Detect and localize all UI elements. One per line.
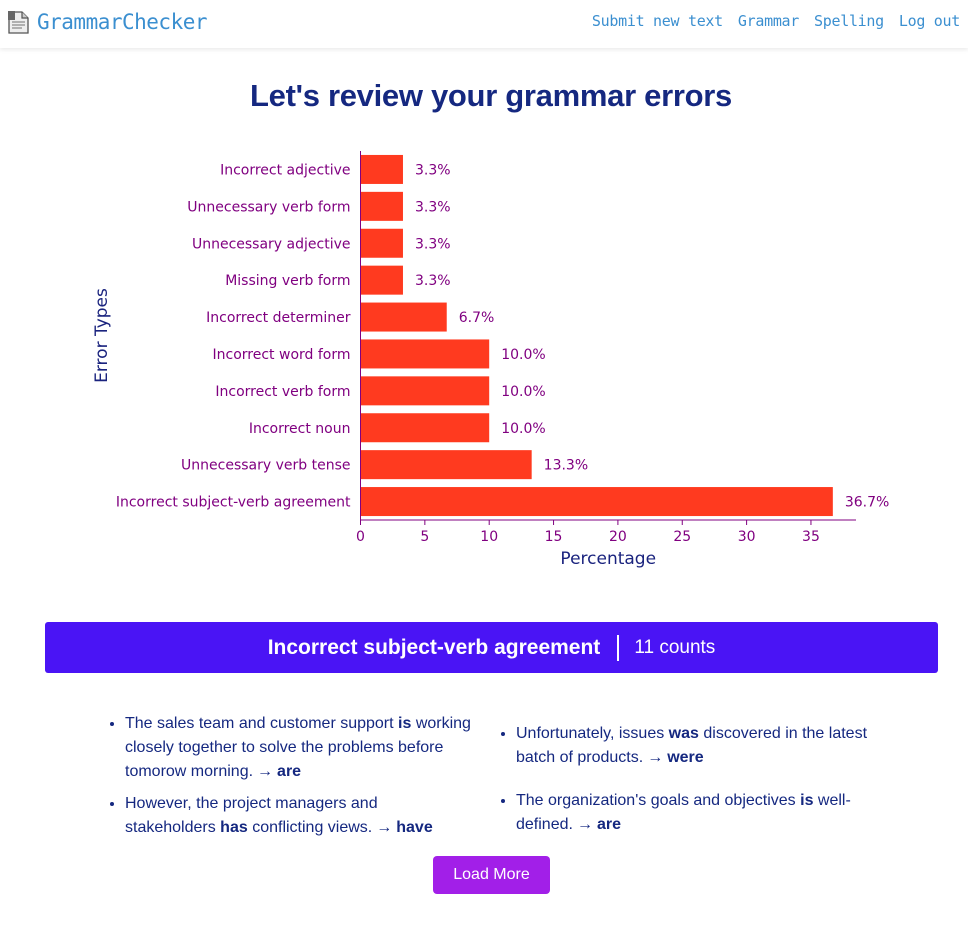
chart-x-tick-label: 10 <box>480 529 498 545</box>
chart-category-label: Missing verb form <box>225 273 350 289</box>
example-text: Unfortunately, issues <box>516 725 669 742</box>
chart-bar <box>360 413 490 443</box>
chart-y-axis-title: Error Types <box>92 288 112 383</box>
chart-category-label: Unnecessary verb form <box>187 199 350 215</box>
chart-x-tick-label: 15 <box>545 529 563 545</box>
arrow-right-icon: → <box>257 763 274 780</box>
navbar: GrammarChecker Submit new text Grammar S… <box>0 0 968 48</box>
chart-value-label: 3.3% <box>415 162 451 178</box>
chart-category-label: Incorrect subject-verb agreement <box>116 495 351 511</box>
chart-x-tick-label: 25 <box>673 529 691 545</box>
chart-value-label: 36.7% <box>845 495 889 511</box>
example-item: However, the project managers and stakeh… <box>125 792 472 840</box>
example-error: is <box>398 715 412 732</box>
chart-bar <box>360 450 532 480</box>
banner-count: 11 counts <box>634 636 716 658</box>
chart-x-tick-label: 20 <box>609 529 627 545</box>
chart-category-label: Incorrect verb form <box>215 384 350 400</box>
chart-bar <box>360 228 403 258</box>
chart-bar <box>360 191 403 221</box>
chart-x-tick-label: 5 <box>420 529 429 545</box>
brand[interactable]: GrammarChecker <box>7 9 208 35</box>
chart-value-label: 3.3% <box>415 199 451 215</box>
example-correction: are <box>277 763 302 780</box>
page-title: Let's review your grammar errors <box>250 78 732 113</box>
chart-bar <box>360 487 833 517</box>
chart-x-tick-label: 35 <box>802 529 820 545</box>
chart-x-tick-label: 0 <box>356 529 365 545</box>
chart-category-label: Incorrect determiner <box>206 310 351 326</box>
chart-bar <box>360 154 403 184</box>
example-error: is <box>800 792 814 809</box>
document-icon <box>8 11 29 34</box>
example-item: The sales team and customer support is w… <box>125 712 472 784</box>
arrow-right-icon: → <box>376 819 393 836</box>
chart-bar <box>360 376 490 406</box>
nav-link-submit-new-text[interactable]: Submit new text <box>592 12 723 30</box>
chart-bar <box>360 265 403 295</box>
nav-links: Submit new text Grammar Spelling Log out <box>577 12 960 30</box>
chart-x-tick-label: 30 <box>738 529 756 545</box>
example-text: The organization's goals and objectives <box>516 792 801 809</box>
chart-bar <box>360 339 490 369</box>
example-text: The sales team and customer support <box>125 715 399 732</box>
chart-value-label: 10.0% <box>501 384 545 400</box>
example-correction: were <box>667 749 704 766</box>
banner-title: Incorrect subject-verb agreement <box>267 635 601 659</box>
chart-value-label: 3.3% <box>415 273 451 289</box>
nav-link-spelling[interactable]: Spelling <box>814 12 884 30</box>
load-more-button[interactable]: Load More <box>433 856 550 894</box>
example-correction: have <box>396 819 433 836</box>
example-item: Unfortunately, issues was discovered in … <box>516 722 871 770</box>
chart-value-label: 10.0% <box>501 421 545 437</box>
chart-value-label: 6.7% <box>459 310 495 326</box>
nav-link-grammar[interactable]: Grammar <box>738 12 799 30</box>
example-error: was <box>668 725 699 742</box>
chart-x-axis-title: Percentage <box>560 549 656 569</box>
arrow-right-icon: → <box>576 816 593 833</box>
examples-right: Unfortunately, issues was discovered in … <box>497 722 871 845</box>
example-error: has <box>220 819 248 836</box>
nav-link-log-out[interactable]: Log out <box>899 12 960 30</box>
chart-category-label: Unnecessary verb tense <box>181 458 350 474</box>
chart-category-label: Incorrect noun <box>249 421 351 437</box>
banner-divider <box>617 634 620 661</box>
example-text: conflicting views. <box>247 819 373 836</box>
example-correction: are <box>596 816 621 833</box>
error-types-chart: Incorrect adjective 3.3% Unnecessary verb … <box>92 151 889 569</box>
example-item: The organization's goals and objectives … <box>516 789 871 837</box>
chart-category-label: Incorrect adjective <box>220 162 350 178</box>
brand-name: GrammarChecker <box>37 10 208 34</box>
category-banner: Incorrect subject-verb agreement 11 coun… <box>45 622 938 673</box>
examples-left: The sales team and customer support is w… <box>106 712 472 848</box>
chart-category-label: Incorrect word form <box>213 347 351 363</box>
arrow-right-icon: → <box>647 749 664 766</box>
chart-value-label: 3.3% <box>415 236 451 252</box>
chart-category-label: Unnecessary adjective <box>192 236 351 252</box>
chart-value-label: 10.0% <box>501 347 545 363</box>
chart-value-label: 13.3% <box>544 458 588 474</box>
chart-bar <box>360 302 447 332</box>
